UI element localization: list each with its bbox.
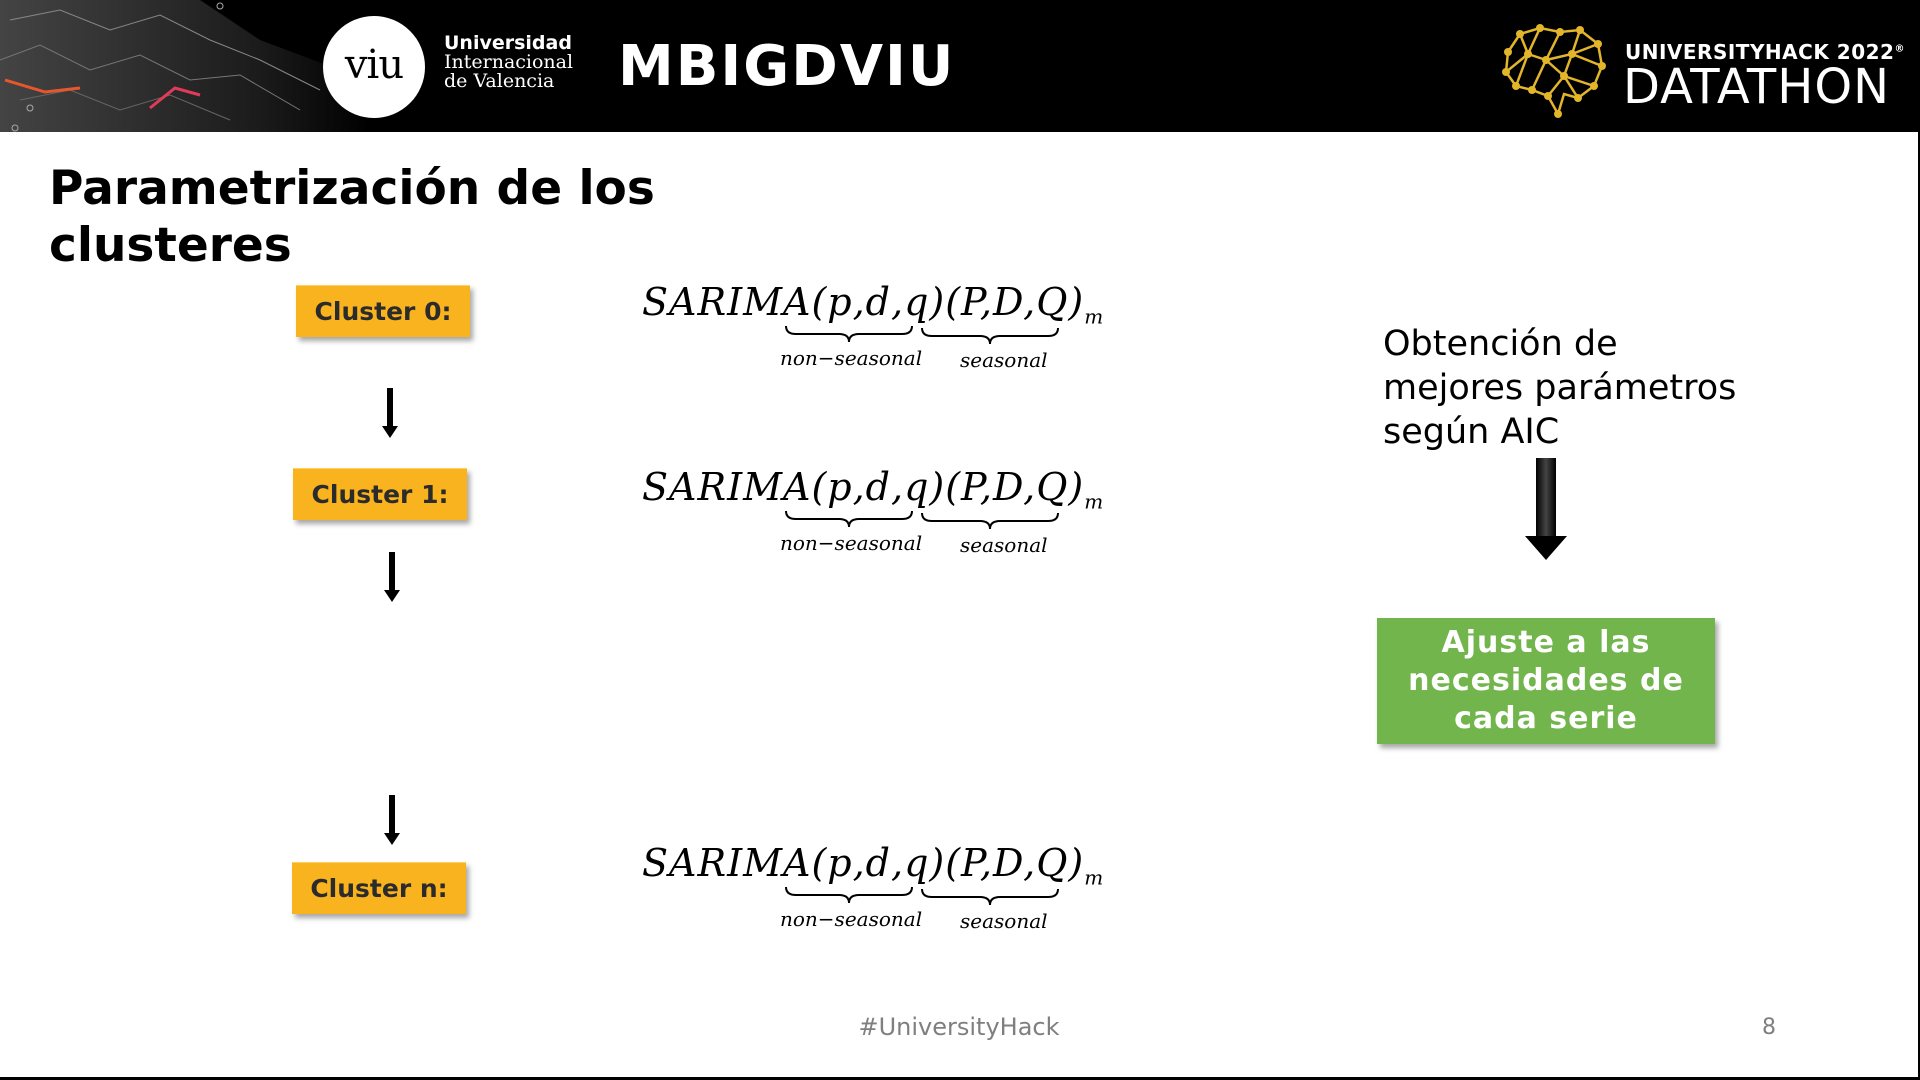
viu-logo-text: viu bbox=[344, 42, 404, 88]
aic-line-1: Obtención de bbox=[1383, 324, 1618, 364]
seasonal-label: seasonal bbox=[960, 533, 1048, 557]
nonseasonal-label: non−seasonal bbox=[780, 907, 923, 931]
sarima-formula-n: SARIMA(p,d,q)(P,D,Q)m non−seasonal seaso… bbox=[642, 841, 1103, 941]
nonseasonal-brace bbox=[785, 510, 913, 528]
cluster-0-box: Cluster 0: bbox=[296, 285, 470, 337]
header-bar: viu Universidad Internacional de Valenci… bbox=[0, 0, 1918, 132]
result-box: Ajuste a las necesidades de cada serie bbox=[1377, 618, 1715, 744]
cluster-n-box: Cluster n: bbox=[292, 862, 466, 914]
result-line-1: Ajuste a las bbox=[1441, 625, 1651, 660]
down-arrow-icon bbox=[384, 795, 400, 845]
formula-main: SARIMA(p,d,q)(P,D,Q)m bbox=[642, 465, 1105, 514]
seasonal-brace bbox=[921, 327, 1059, 345]
seasonal-brace bbox=[921, 512, 1059, 530]
slide-title-line-2: clusteres bbox=[49, 218, 292, 273]
slide-title-line-1: Parametrización de los bbox=[49, 161, 655, 216]
nonseasonal-label: non−seasonal bbox=[780, 531, 923, 555]
aic-line-2: mejores parámetros bbox=[1383, 368, 1737, 408]
slide: viu Universidad Internacional de Valenci… bbox=[0, 0, 1920, 1080]
slide-title: Parametrización de los clusteres bbox=[49, 160, 749, 274]
team-title: MBIGDVIU bbox=[618, 34, 956, 99]
page-number: 8 bbox=[1762, 1015, 1776, 1040]
formula-main: SARIMA(p,d,q)(P,D,Q)m bbox=[642, 841, 1105, 890]
seasonal-brace bbox=[921, 888, 1059, 906]
aic-description: Obtención de mejores parámetros según AI… bbox=[1383, 322, 1803, 454]
down-arrow-icon bbox=[1525, 458, 1567, 560]
sarima-formula-1: SARIMA(p,d,q)(P,D,Q)m non−seasonal seaso… bbox=[642, 465, 1103, 565]
nonseasonal-brace bbox=[785, 325, 913, 343]
result-line-2: necesidades de bbox=[1408, 663, 1684, 698]
brain-network-icon bbox=[1502, 24, 1606, 118]
nonseasonal-brace bbox=[785, 886, 913, 904]
seasonal-label: seasonal bbox=[960, 348, 1048, 372]
sarima-formula-0: SARIMA(p,d,q)(P,D,Q)m non−seasonal seaso… bbox=[642, 280, 1103, 380]
result-line-3: cada serie bbox=[1454, 701, 1638, 736]
down-arrow-icon bbox=[384, 552, 400, 602]
nonseasonal-label: non−seasonal bbox=[780, 346, 923, 370]
footer-hashtag: #UniversityHack bbox=[858, 1013, 1060, 1041]
formula-main: SARIMA(p,d,q)(P,D,Q)m bbox=[642, 280, 1105, 329]
university-line-3: de Valencia bbox=[444, 70, 555, 92]
university-name: Universidad Internacional de Valencia bbox=[444, 34, 573, 91]
aic-line-3: según AIC bbox=[1383, 412, 1560, 452]
seasonal-label: seasonal bbox=[960, 909, 1048, 933]
cluster-1-box: Cluster 1: bbox=[293, 468, 467, 520]
cluster-0-label: Cluster 0: bbox=[314, 297, 452, 326]
cluster-n-label: Cluster n: bbox=[310, 874, 448, 903]
decorative-header-art bbox=[0, 0, 370, 132]
event-name: DATATHON bbox=[1623, 59, 1891, 115]
viu-logo: viu bbox=[323, 16, 425, 118]
cluster-1-label: Cluster 1: bbox=[311, 480, 449, 509]
down-arrow-icon bbox=[382, 388, 398, 438]
